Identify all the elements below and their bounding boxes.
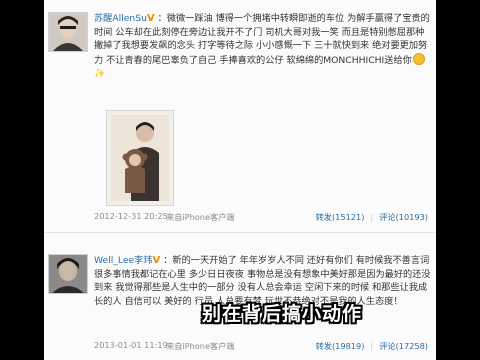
weibo-feed: 苏醒AllenSuV ：微微一踩油 博得一个拥堵中转瞬即逝的车位 为解手赢得了宝… xyxy=(44,0,436,360)
post-timestamp[interactable]: 2012-12-31 20:25 xyxy=(94,211,168,221)
sparkle-icon: ✨ xyxy=(94,69,106,80)
post-divider xyxy=(44,232,436,233)
action-divider: | xyxy=(370,212,374,222)
post-content: 苏醒AllenSuV ：微微一踩油 博得一个拥堵中转瞬即逝的车位 为解手赢得了宝… xyxy=(94,12,434,82)
verified-badge-icon: V xyxy=(146,13,155,24)
photo-image xyxy=(111,115,169,201)
video-subtitle-caption: 别在背后搞小动作 xyxy=(202,303,363,325)
username-link[interactable]: 苏醒AllenSu xyxy=(94,13,147,24)
post-meta: 2013-01-01 11:19 来自iPhone客户端 转发(19819) | 评… xyxy=(94,340,434,354)
repost-button[interactable]: 转发(15121) xyxy=(316,212,365,222)
feed-post: 苏醒AllenSuV ：微微一踩油 博得一个拥堵中转瞬即逝的车位 为解手赢得了宝… xyxy=(44,0,436,240)
comment-button[interactable]: 评论(17258) xyxy=(379,341,428,351)
action-divider: | xyxy=(370,341,374,351)
post-photo[interactable] xyxy=(106,110,174,206)
post-actions: 转发(15121) | 评论(10193) xyxy=(316,211,428,223)
letterbox-left xyxy=(0,0,44,360)
avatar-image xyxy=(49,255,87,293)
letterbox-right xyxy=(436,0,480,360)
post-meta: 2012-12-31 20:25 来自iPhone客户端 转发(15121) | 评… xyxy=(94,211,434,225)
avatar[interactable] xyxy=(48,12,88,52)
avatar-image xyxy=(49,13,87,51)
post-source[interactable]: 来自iPhone客户端 xyxy=(166,340,235,352)
repost-button[interactable]: 转发(19819) xyxy=(316,341,365,351)
verified-badge-icon: V xyxy=(152,255,161,266)
comment-button[interactable]: 评论(10193) xyxy=(379,212,428,222)
smile-emoji-icon xyxy=(412,52,425,65)
avatar[interactable] xyxy=(48,254,88,294)
post-source[interactable]: 来自iPhone客户端 xyxy=(166,211,235,223)
username-link[interactable]: Well_Lee李玮 xyxy=(94,255,153,266)
post-actions: 转发(19819) | 评论(17258) xyxy=(316,340,428,352)
post-timestamp[interactable]: 2013-01-01 11:19 xyxy=(94,340,168,350)
